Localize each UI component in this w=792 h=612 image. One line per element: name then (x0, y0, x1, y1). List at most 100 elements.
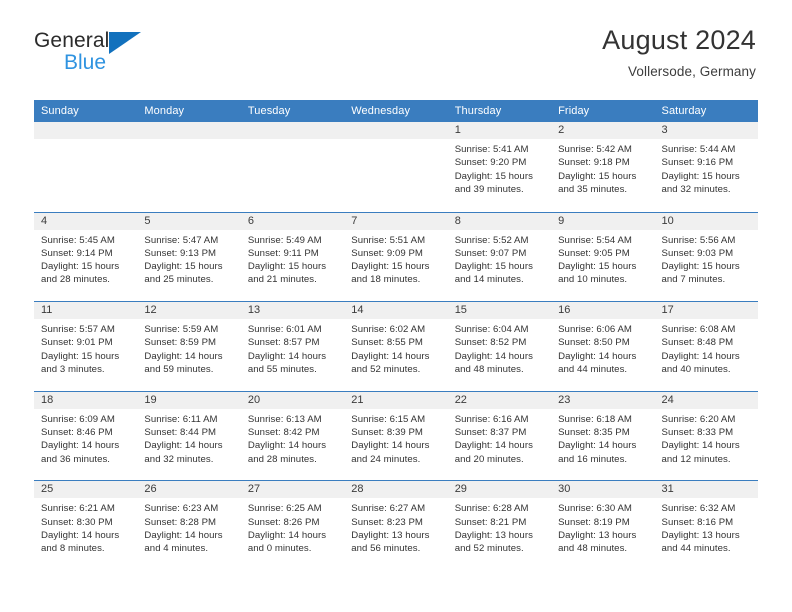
calendar-day-cell[interactable]: 25 Sunrise: 6:21 AM Sunset: 8:30 PM Dayligh… (34, 481, 138, 570)
calendar-day-cell[interactable]: 20 Sunrise: 6:13 AM Sunset: 8:42 PM Dayligh… (240, 391, 345, 481)
calendar-day-cell[interactable]: 18 Sunrise: 6:09 AM Sunset: 8:46 PM Dayligh… (34, 391, 138, 481)
calendar-weeks: 1 Sunrise: 5:41 AM Sunset: 9:20 PM Daylight… (34, 122, 758, 570)
sunrise-text: Sunrise: 6:23 AM (144, 503, 219, 515)
day-number: 16 (551, 302, 655, 320)
calendar-day-cell[interactable]: 8 Sunrise: 5:52 AM Sunset: 9:07 PM Daylight… (447, 212, 552, 302)
day-number: 18 (34, 391, 138, 409)
calendar-day-cell[interactable]: 27 Sunrise: 6:25 AM Sunset: 8:26 PM Dayligh… (240, 481, 345, 570)
sunset-text: Sunset: 8:57 PM (247, 337, 320, 349)
calendar-day-cell[interactable]: 6 Sunrise: 5:49 AM Sunset: 9:11 PM Daylight… (240, 212, 345, 302)
calendar-day-empty (137, 122, 241, 212)
calendar-day-cell[interactable]: 7 Sunrise: 5:51 AM Sunset: 9:09 PM Daylight… (344, 212, 448, 302)
daylight-text: and 35 minutes. (558, 183, 628, 195)
calendar-day-cell[interactable]: 16 Sunrise: 6:06 AM Sunset: 8:50 PM Dayligh… (551, 302, 655, 391)
calendar-day-cell[interactable]: 23 Sunrise: 6:18 AM Sunset: 8:35 PM Dayligh… (551, 391, 655, 481)
calendar-day-cell[interactable]: 24 Sunrise: 6:20 AM Sunset: 8:33 PM Dayligh… (654, 391, 758, 481)
sunset-text: Sunset: 9:20 PM (454, 157, 527, 169)
calendar-day-cell[interactable]: 22 Sunrise: 6:16 AM Sunset: 8:37 PM Dayligh… (447, 391, 552, 481)
day-details: Sunrise: 6:23 AM Sunset: 8:28 PM Daylight:… (137, 498, 240, 555)
sunset-text: Sunset: 9:11 PM (247, 247, 319, 259)
calendar-day-cell[interactable]: 26 Sunrise: 6:23 AM Sunset: 8:28 PM Dayligh… (137, 481, 241, 570)
daylight-text: and 39 minutes. (454, 183, 524, 195)
calendar-week-row: 4 Sunrise: 5:45 AM Sunset: 9:14 PM Daylight… (34, 211, 758, 302)
day-number: 4 (34, 212, 138, 230)
calendar-day-cell[interactable]: 19 Sunrise: 6:11 AM Sunset: 8:44 PM Dayligh… (137, 391, 241, 481)
calendar-day-empty (240, 122, 345, 212)
day-of-week-saturday: Saturday (661, 105, 707, 117)
sunset-text: Sunset: 9:07 PM (454, 247, 527, 259)
general-blue-logo[interactable]: General Blue (34, 26, 174, 74)
day-details: Sunrise: 5:57 AM Sunset: 9:01 PM Daylight:… (34, 319, 137, 376)
day-number: 27 (240, 481, 345, 499)
calendar-day-cell[interactable]: 13 Sunrise: 6:01 AM Sunset: 8:57 PM Dayligh… (240, 302, 345, 391)
sunrise-text: Sunrise: 6:04 AM (454, 324, 529, 336)
calendar-day-cell[interactable]: 1 Sunrise: 5:41 AM Sunset: 9:20 PM Daylight… (447, 122, 552, 212)
daylight-text: Daylight: 14 hours (454, 350, 533, 362)
calendar-day-cell[interactable]: 2 Sunrise: 5:42 AM Sunset: 9:18 PM Daylight… (551, 122, 655, 212)
daylight-text: and 32 minutes. (144, 453, 214, 465)
calendar-day-cell[interactable]: 28 Sunrise: 6:27 AM Sunset: 8:23 PM Dayligh… (344, 481, 448, 570)
daylight-text: Daylight: 14 hours (558, 440, 637, 452)
sunrise-text: Sunrise: 6:02 AM (351, 324, 426, 336)
day-number: 11 (34, 302, 138, 320)
daylight-text: Daylight: 14 hours (247, 440, 327, 452)
day-details: Sunrise: 6:04 AM Sunset: 8:52 PM Daylight:… (448, 319, 551, 376)
sunrise-text: Sunrise: 5:42 AM (558, 144, 632, 155)
calendar-day-cell[interactable]: 5 Sunrise: 5:47 AM Sunset: 9:13 PM Daylight… (137, 212, 241, 302)
sunrise-text: Sunrise: 5:54 AM (558, 234, 632, 246)
daylight-text: Daylight: 15 hours (351, 261, 430, 273)
daylight-text: Daylight: 14 hours (144, 440, 223, 452)
location-subtitle: Vollersode, Germany (628, 63, 756, 79)
sunset-text: Sunset: 8:35 PM (558, 427, 630, 439)
day-details: Sunrise: 6:25 AM Sunset: 8:26 PM Daylight:… (241, 498, 344, 555)
day-details: Sunrise: 6:06 AM Sunset: 8:50 PM Daylight:… (551, 319, 654, 376)
calendar-day-cell[interactable]: 30 Sunrise: 6:30 AM Sunset: 8:19 PM Dayligh… (551, 481, 655, 570)
sunset-text: Sunset: 8:48 PM (661, 337, 734, 349)
sunrise-text: Sunrise: 6:01 AM (247, 324, 322, 336)
calendar-day-cell[interactable]: 3 Sunrise: 5:44 AM Sunset: 9:16 PM Daylight… (654, 122, 758, 212)
sunset-text: Sunset: 9:16 PM (661, 157, 734, 169)
day-number: 21 (344, 391, 448, 409)
daylight-text: Daylight: 15 hours (454, 261, 533, 273)
sunrise-text: Sunrise: 6:08 AM (661, 324, 736, 336)
day-number (240, 122, 345, 139)
sunset-text: Sunset: 9:13 PM (144, 247, 217, 259)
daylight-text: and 40 minutes. (661, 364, 731, 376)
calendar-day-cell[interactable]: 9 Sunrise: 5:54 AM Sunset: 9:05 PM Daylight… (551, 212, 655, 302)
daylight-text: and 8 minutes. (41, 543, 105, 555)
calendar-week-row: 11 Sunrise: 5:57 AM Sunset: 9:01 PM Dayligh… (34, 301, 758, 391)
daylight-text: and 55 minutes. (247, 364, 317, 376)
sunset-text: Sunset: 8:30 PM (41, 516, 113, 528)
calendar-day-cell[interactable]: 17 Sunrise: 6:08 AM Sunset: 8:48 PM Dayligh… (654, 302, 758, 391)
calendar-day-cell[interactable]: 15 Sunrise: 6:04 AM Sunset: 8:52 PM Dayligh… (447, 302, 552, 391)
day-details (344, 139, 447, 143)
calendar-day-cell[interactable]: 21 Sunrise: 6:15 AM Sunset: 8:39 PM Dayligh… (344, 391, 448, 481)
calendar-day-cell[interactable]: 10 Sunrise: 5:56 AM Sunset: 9:03 PM Dayligh… (654, 212, 758, 302)
calendar-day-cell[interactable]: 31 Sunrise: 6:32 AM Sunset: 8:16 PM Dayligh… (654, 481, 758, 570)
calendar-day-cell[interactable]: 4 Sunrise: 5:45 AM Sunset: 9:14 PM Daylight… (34, 212, 138, 302)
calendar-day-cell[interactable]: 11 Sunrise: 5:57 AM Sunset: 9:01 PM Dayligh… (34, 302, 138, 391)
calendar-day-cell[interactable]: 29 Sunrise: 6:28 AM Sunset: 8:21 PM Dayligh… (447, 481, 552, 570)
sunrise-text: Sunrise: 5:49 AM (247, 234, 322, 246)
daylight-text: Daylight: 14 hours (144, 350, 223, 362)
sunrise-text: Sunrise: 5:59 AM (144, 324, 219, 336)
daylight-text: Daylight: 15 hours (41, 350, 120, 362)
sunrise-text: Sunrise: 6:09 AM (41, 413, 115, 425)
day-details: Sunrise: 5:52 AM Sunset: 9:07 PM Daylight:… (448, 230, 551, 287)
daylight-text: and 44 minutes. (558, 364, 628, 376)
sunrise-text: Sunrise: 5:47 AM (144, 234, 219, 246)
calendar-day-cell[interactable]: 14 Sunrise: 6:02 AM Sunset: 8:55 PM Dayligh… (344, 302, 448, 391)
calendar-grid: Sunday Monday Tuesday Wednesday Thursday Frid… (34, 100, 758, 570)
day-details: Sunrise: 6:28 AM Sunset: 8:21 PM Daylight:… (448, 498, 551, 555)
daylight-text: and 18 minutes. (351, 274, 421, 286)
calendar-day-cell[interactable]: 12 Sunrise: 5:59 AM Sunset: 8:59 PM Dayligh… (137, 302, 241, 391)
day-of-week-monday: Monday (144, 105, 185, 117)
day-details: Sunrise: 6:21 AM Sunset: 8:30 PM Daylight:… (34, 498, 137, 555)
daylight-text: and 20 minutes. (454, 453, 524, 465)
day-details: Sunrise: 6:18 AM Sunset: 8:35 PM Daylight:… (551, 409, 654, 466)
day-number: 1 (447, 122, 552, 139)
day-number: 3 (654, 122, 758, 139)
daylight-text: Daylight: 14 hours (41, 529, 120, 541)
calendar-page: General Blue August 2024 Vollersode, Ger… (0, 0, 792, 612)
daylight-text: Daylight: 14 hours (454, 440, 533, 452)
